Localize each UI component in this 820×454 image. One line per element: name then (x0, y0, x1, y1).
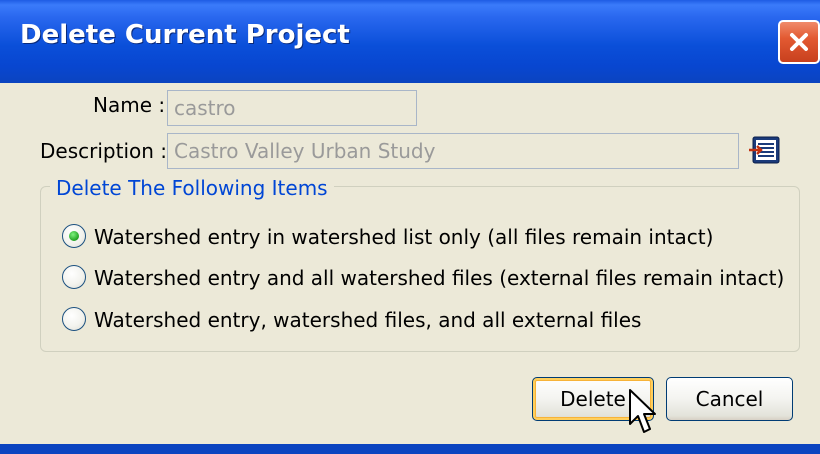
radio-button[interactable] (62, 265, 86, 289)
description-editor-button[interactable] (747, 133, 785, 167)
delete-project-dialog: Delete Current Project Name : castro Des… (0, 0, 820, 454)
name-field[interactable]: castro (167, 90, 417, 126)
window-frame-bottom (0, 444, 820, 454)
radio-selected-dot (69, 231, 79, 241)
radio-button[interactable] (62, 307, 86, 331)
dialog-title: Delete Current Project (20, 20, 350, 50)
cancel-button[interactable]: Cancel (666, 377, 793, 421)
option-label[interactable]: Watershed entry and all watershed files … (94, 263, 784, 293)
text-editor-icon (749, 136, 780, 164)
group-title: Delete The Following Items (50, 176, 334, 200)
option-label[interactable]: Watershed entry in watershed list only (… (94, 222, 713, 252)
description-field[interactable]: Castro Valley Urban Study (167, 133, 739, 169)
name-label: Name : (93, 93, 166, 117)
close-icon (790, 33, 808, 51)
option-label[interactable]: Watershed entry, watershed files, and al… (94, 305, 641, 335)
radio-button[interactable] (62, 224, 86, 248)
title-bar[interactable]: Delete Current Project (0, 0, 820, 83)
close-button[interactable] (778, 20, 820, 64)
description-label: Description : (40, 139, 168, 163)
mouse-pointer-icon (629, 389, 656, 433)
